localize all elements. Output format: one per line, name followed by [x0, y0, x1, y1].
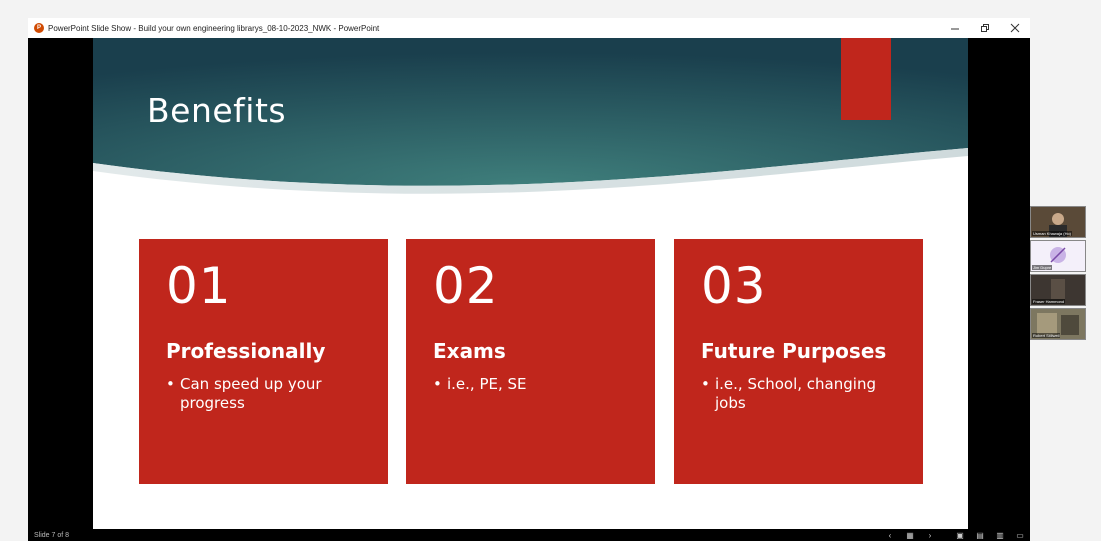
participant-name: Usman Khawaja (Ho)	[1032, 231, 1073, 236]
decorative-red-bar	[841, 38, 891, 120]
slide-canvas[interactable]: Benefits 01 Professionally • Can speed up…	[93, 38, 968, 529]
minimize-button[interactable]	[940, 18, 970, 38]
slideshow-icon[interactable]: ▭	[1010, 531, 1030, 540]
slide-sorter-icon[interactable]: ▦	[900, 531, 920, 540]
participant-video-strip: Usman Khawaja (Ho) Jim Dupre Fraser Hamm…	[1030, 206, 1086, 342]
window-title: PowerPoint Slide Show - Build your own e…	[48, 23, 380, 33]
close-button[interactable]	[1000, 18, 1030, 38]
card-bullet-list: • i.e., School, changing jobs	[701, 375, 911, 413]
participant-name: Fraser Hammond	[1032, 299, 1066, 304]
card-heading: Future Purposes	[701, 339, 887, 363]
slideshow-status-bar: Slide 7 of 8 ‹ ▦ › ▣ ▤ ▥ ▭	[28, 529, 1030, 541]
card-number: 01	[166, 257, 232, 315]
reading-view-icon[interactable]: ▥	[990, 531, 1010, 540]
close-icon	[1010, 23, 1020, 33]
participant-name: Jim Dupre	[1032, 265, 1053, 270]
benefit-card-3: 03 Future Purposes • i.e., School, changi…	[674, 239, 923, 484]
grid-icon[interactable]: ▤	[970, 531, 990, 540]
chevron-left-icon[interactable]: ‹	[880, 531, 900, 540]
slide-counter: Slide 7 of 8	[34, 531, 70, 539]
restore-button[interactable]	[970, 18, 1000, 38]
list-item: • i.e., PE, SE	[433, 375, 527, 393]
participant-tile[interactable]: Fraser Hammond	[1030, 274, 1086, 306]
list-item: • Can speed up your progress	[166, 375, 322, 412]
normal-view-icon[interactable]: ▣	[950, 531, 970, 540]
slide-title: Benefits	[147, 91, 287, 130]
participant-tile[interactable]: Robert Stillwell	[1030, 308, 1086, 340]
card-heading: Exams	[433, 339, 506, 363]
minimize-icon	[951, 28, 959, 30]
participant-tile[interactable]: Jim Dupre	[1030, 240, 1086, 272]
title-bar: P PowerPoint Slide Show - Build your own…	[28, 18, 1030, 38]
benefit-card-2: 02 Exams • i.e., PE, SE	[406, 239, 655, 484]
card-heading: Professionally	[166, 339, 326, 363]
powerpoint-window: P PowerPoint Slide Show - Build your own…	[28, 18, 1030, 541]
powerpoint-icon: P	[34, 23, 44, 33]
restore-icon	[981, 24, 989, 32]
chevron-right-icon[interactable]: ›	[920, 531, 940, 540]
list-item: • i.e., School, changing jobs	[701, 375, 876, 412]
card-number: 03	[701, 257, 767, 315]
card-bullet-list: • Can speed up your progress	[166, 375, 376, 413]
card-number: 02	[433, 257, 499, 315]
benefit-card-1: 01 Professionally • Can speed up your pro…	[139, 239, 388, 484]
participant-tile[interactable]: Usman Khawaja (Ho)	[1030, 206, 1086, 238]
participant-name: Robert Stillwell	[1032, 333, 1061, 338]
card-bullet-list: • i.e., PE, SE	[433, 375, 643, 394]
